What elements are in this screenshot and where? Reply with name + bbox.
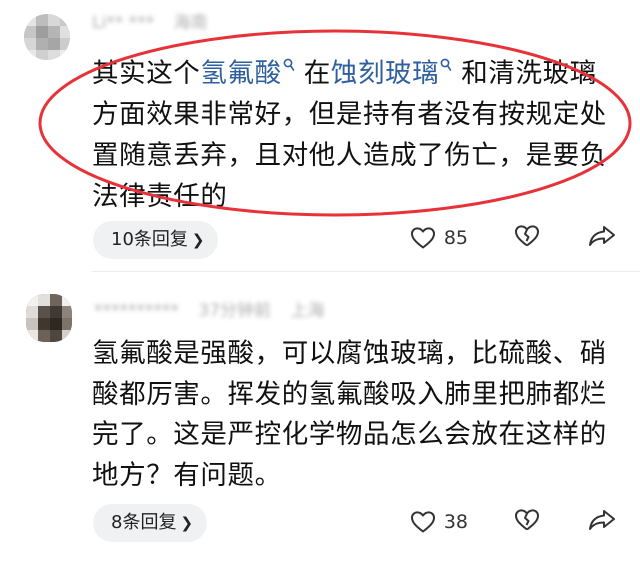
comment-item: Li** *** 海南 其实这个氢氟酸 在蚀刻玻璃 和清洗玻璃方面效果非常好，但… <box>0 0 640 272</box>
share-arrow-icon <box>589 510 615 530</box>
keyword-link[interactable]: 蚀刻玻璃 <box>331 58 452 89</box>
chevron-right-icon: ❯ <box>180 514 194 532</box>
view-replies-button[interactable]: 8条回复 ❯ <box>93 504 208 542</box>
view-replies-button[interactable]: 10条回复 ❯ <box>93 221 219 259</box>
dislike-button[interactable] <box>514 224 540 252</box>
like-button[interactable]: 85 <box>410 226 468 250</box>
comment-text: 氢氟酸是强酸，可以腐蚀玻璃，比硫酸、硝酸都厉害。挥发的氢氟酸吸入肺里把肺都烂完了… <box>92 338 607 491</box>
author-name[interactable]: Li** *** <box>92 13 154 33</box>
author-name[interactable]: ********** <box>94 301 179 321</box>
share-button[interactable] <box>588 508 616 536</box>
dislike-button[interactable] <box>514 508 540 536</box>
share-arrow-icon <box>589 226 615 246</box>
broken-heart-icon <box>515 509 539 531</box>
comment-location: 上海 <box>290 301 325 321</box>
comment-meta: Li** *** 海南 <box>92 8 222 33</box>
chevron-right-icon: ❯ <box>191 231 205 249</box>
heart-icon <box>410 227 435 249</box>
share-button[interactable] <box>588 224 616 252</box>
search-icon <box>440 48 452 89</box>
replies-label: 8条回复 <box>111 512 177 533</box>
like-count: 85 <box>443 227 468 249</box>
broken-heart-icon <box>515 225 539 247</box>
search-icon <box>283 48 295 89</box>
avatar[interactable] <box>24 14 70 60</box>
keyword-link[interactable]: 氢氟酸 <box>200 58 295 89</box>
comment-actions: 85 <box>410 224 616 252</box>
replies-label: 10条回复 <box>111 229 188 250</box>
heart-icon <box>410 511 435 533</box>
comment-meta: ********** 37分钟前 上海 <box>94 296 338 321</box>
like-button[interactable]: 38 <box>410 510 468 534</box>
comment-item: ********** 37分钟前 上海 氢氟酸是强酸，可以腐蚀玻璃，比硫酸、硝酸… <box>0 272 640 575</box>
comment-time: 37分钟前 <box>198 301 272 321</box>
comment-actions: 38 <box>410 508 616 536</box>
like-count: 38 <box>443 511 468 533</box>
avatar[interactable] <box>26 294 72 342</box>
comment-text-segment: 其实这个 <box>92 57 201 89</box>
comment-location: 海南 <box>173 13 208 33</box>
comment-text-segment: 在 <box>303 57 331 89</box>
comment-text: 其实这个氢氟酸 在蚀刻玻璃 和清洗玻璃方面效果非常好，但是持有者没有按规定处置随… <box>92 48 607 217</box>
